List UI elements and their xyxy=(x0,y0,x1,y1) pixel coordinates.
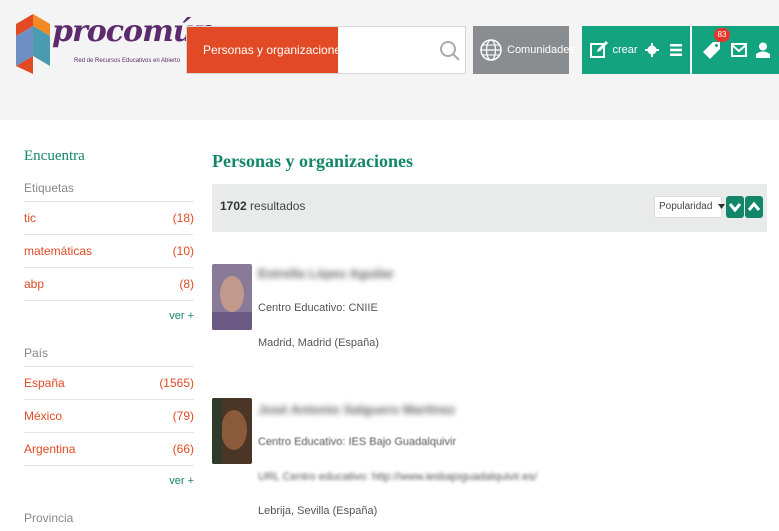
results-panel: Personas y organizaciones 1702 resultado… xyxy=(212,148,767,517)
person-center: Centro Educativo: IES Bajo Guadalquivir xyxy=(258,436,457,448)
profile-button[interactable] xyxy=(752,26,774,74)
filter-item[interactable]: matemáticas (10) xyxy=(24,235,194,268)
sort-dropdown[interactable]: Popularidad xyxy=(654,196,726,218)
user-toolbar: 83 xyxy=(692,26,779,74)
filter-item-label: abp xyxy=(24,277,45,291)
results-count: 1702 resultados xyxy=(220,199,305,213)
search-input[interactable] xyxy=(339,27,431,73)
search-icon[interactable] xyxy=(439,40,461,62)
filter-item-label: tic xyxy=(24,211,36,225)
filter-section-label: Provincia xyxy=(24,511,74,525)
menu-icon xyxy=(670,44,682,56)
filter-item[interactable]: abp (8) xyxy=(24,268,194,301)
person-name[interactable]: Estrella López Aguilar xyxy=(258,266,394,281)
logo-mark-icon xyxy=(16,14,50,74)
sort-ascending-button[interactable] xyxy=(745,196,763,218)
sidebar-title: Encuentra xyxy=(24,148,85,164)
results-toolbar: 1702 resultados Popularidad xyxy=(212,184,767,232)
chevron-up-icon xyxy=(747,201,761,211)
results-number: 1702 xyxy=(220,199,247,213)
communities-label: Comunidades xyxy=(507,44,575,56)
filter-item[interactable]: Argentina (66) xyxy=(24,433,194,466)
logo-subtitle: Red de Recursos Educativos en Abierto xyxy=(74,58,181,64)
results-label: resultados xyxy=(250,199,306,213)
menu-button[interactable] xyxy=(666,26,686,74)
filter-item-count: (18) xyxy=(172,211,194,225)
person-name[interactable]: José Antonio Salguero Martínez xyxy=(258,402,455,417)
create-label: crear xyxy=(612,44,638,56)
person-card[interactable]: Estrella López Aguilar Centro Educativo:… xyxy=(212,264,767,364)
create-button[interactable]: crear xyxy=(590,26,638,74)
filter-item-count: (79) xyxy=(172,409,194,423)
sort-descending-button[interactable] xyxy=(726,196,744,218)
filter-item[interactable]: tic (18) xyxy=(24,202,194,235)
person-center-url[interactable]: URL Centro educativo: http://www.iesbajo… xyxy=(258,471,537,483)
person-center: Centro Educativo: CNIIE xyxy=(258,302,378,314)
procomun-logo[interactable]: procomún Red de Recursos Educativos en A… xyxy=(12,10,215,80)
notifications-button[interactable]: 83 xyxy=(698,26,730,74)
avatar[interactable] xyxy=(212,264,252,330)
gear-icon xyxy=(645,43,659,57)
person-location: Madrid, Madrid (España) xyxy=(258,337,380,349)
avatar[interactable] xyxy=(212,398,252,464)
filter-item-count: (10) xyxy=(172,244,194,258)
search-category-label: Personas y organizaciones xyxy=(203,43,348,57)
site-header: procomún Red de Recursos Educativos en A… xyxy=(0,0,779,120)
person-location: Lebrija, Sevilla (España) xyxy=(258,505,378,517)
user-icon xyxy=(756,42,770,58)
globe-icon xyxy=(480,39,502,61)
main-toolbar: crear xyxy=(582,26,690,74)
show-more-link[interactable]: ver + xyxy=(24,466,194,496)
filter-item-label: España xyxy=(24,376,65,390)
filter-item[interactable]: México (79) xyxy=(24,400,194,433)
communities-button[interactable]: Comunidades xyxy=(473,26,575,74)
filter-item-count: (66) xyxy=(172,442,194,456)
chevron-down-icon xyxy=(728,203,742,213)
filter-section-label: País xyxy=(24,343,194,367)
search-box: Personas y organizaciones» xyxy=(186,26,466,74)
filter-item[interactable]: España (1565) xyxy=(24,367,194,400)
messages-button[interactable] xyxy=(728,26,750,74)
person-card[interactable]: José Antonio Salguero Martínez Centro Ed… xyxy=(212,398,767,528)
filter-item-label: México xyxy=(24,409,63,423)
filter-item-label: Argentina xyxy=(24,442,76,456)
search-category-selector[interactable]: Personas y organizaciones» xyxy=(187,27,360,73)
sort-value: Popularidad xyxy=(659,201,713,212)
show-more-link[interactable]: ver + xyxy=(24,301,194,331)
mail-icon xyxy=(731,43,747,57)
filter-item-label: matemáticas xyxy=(24,244,93,258)
filter-sidebar: Encuentra Etiquetas tic (18) matemáticas… xyxy=(24,148,194,531)
caret-down-icon xyxy=(718,203,726,209)
filter-item-count: (8) xyxy=(179,277,194,291)
tag-icon xyxy=(703,42,720,59)
filter-item-count: (1565) xyxy=(159,376,194,390)
edit-icon xyxy=(590,41,609,58)
settings-button[interactable] xyxy=(642,26,662,74)
page-title: Personas y organizaciones xyxy=(212,151,413,171)
filter-section-label: Etiquetas xyxy=(24,178,194,202)
